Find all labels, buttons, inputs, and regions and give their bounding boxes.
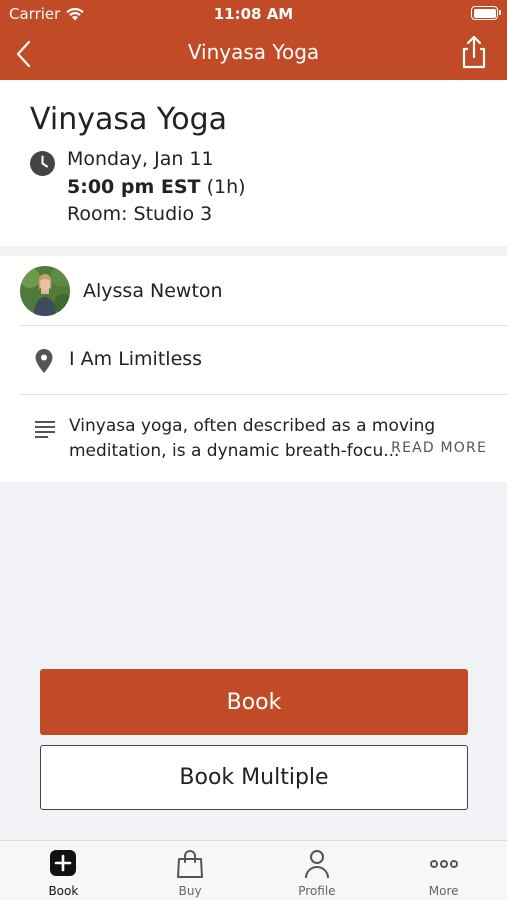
class-date: Monday, Jan 11 (67, 148, 214, 170)
plus-square-icon (50, 850, 77, 876)
location-name: I Am Limitless (69, 348, 203, 370)
top-bar: Carrier 11:08 AM Vinyasa Yoga (0, 0, 507, 80)
more-dots-icon (429, 860, 458, 868)
location-row[interactable]: I Am Limitless (20, 326, 507, 395)
tab-bar: Book Buy Profile More (0, 840, 507, 900)
clock-icon (30, 151, 55, 176)
location-pin-icon (35, 349, 53, 373)
class-title: Vinyasa Yoga (30, 102, 228, 137)
tab-label: Buy (178, 884, 202, 898)
tab-label: Book (48, 884, 79, 898)
instructor-row[interactable]: Alyssa Newton (20, 256, 507, 326)
battery-icon (471, 6, 501, 20)
shopping-bag-icon (177, 850, 204, 878)
class-time: 5:00 pm EST (67, 176, 201, 198)
navigation-bar: Vinyasa Yoga (0, 28, 507, 80)
tab-label: More (428, 884, 459, 898)
class-time-line: 5:00 pm EST (1h) (67, 176, 246, 198)
class-room: Room: Studio 3 (67, 203, 213, 225)
status-bar: Carrier 11:08 AM (0, 0, 507, 28)
book-multiple-button[interactable]: Book Multiple (40, 745, 468, 810)
description-text: Vinyasa yoga, often described as a movin… (69, 416, 436, 461)
status-time: 11:08 AM (213, 5, 294, 23)
tab-buy[interactable]: Buy (127, 841, 254, 900)
class-header-card: Vinyasa Yoga Monday, Jan 11 5:00 pm EST … (0, 80, 507, 246)
nav-title: Vinyasa Yoga (187, 40, 320, 64)
class-duration: (1h) (206, 176, 246, 198)
tab-more[interactable]: More (380, 841, 507, 900)
description-row: Vinyasa yoga, often described as a movin… (20, 395, 507, 482)
person-icon (304, 850, 329, 879)
book-button[interactable]: Book (40, 669, 468, 735)
class-details-card: Alyssa Newton I Am Limitless Vinyasa yog… (0, 256, 507, 482)
read-more-link[interactable]: READ MORE (391, 440, 487, 456)
description-icon (35, 421, 55, 438)
tab-book[interactable]: Book (0, 841, 127, 900)
share-icon[interactable] (459, 34, 489, 70)
avatar (20, 266, 70, 316)
instructor-name: Alyssa Newton (83, 280, 223, 302)
tab-profile[interactable]: Profile (254, 841, 381, 900)
tab-label: Profile (298, 884, 336, 898)
